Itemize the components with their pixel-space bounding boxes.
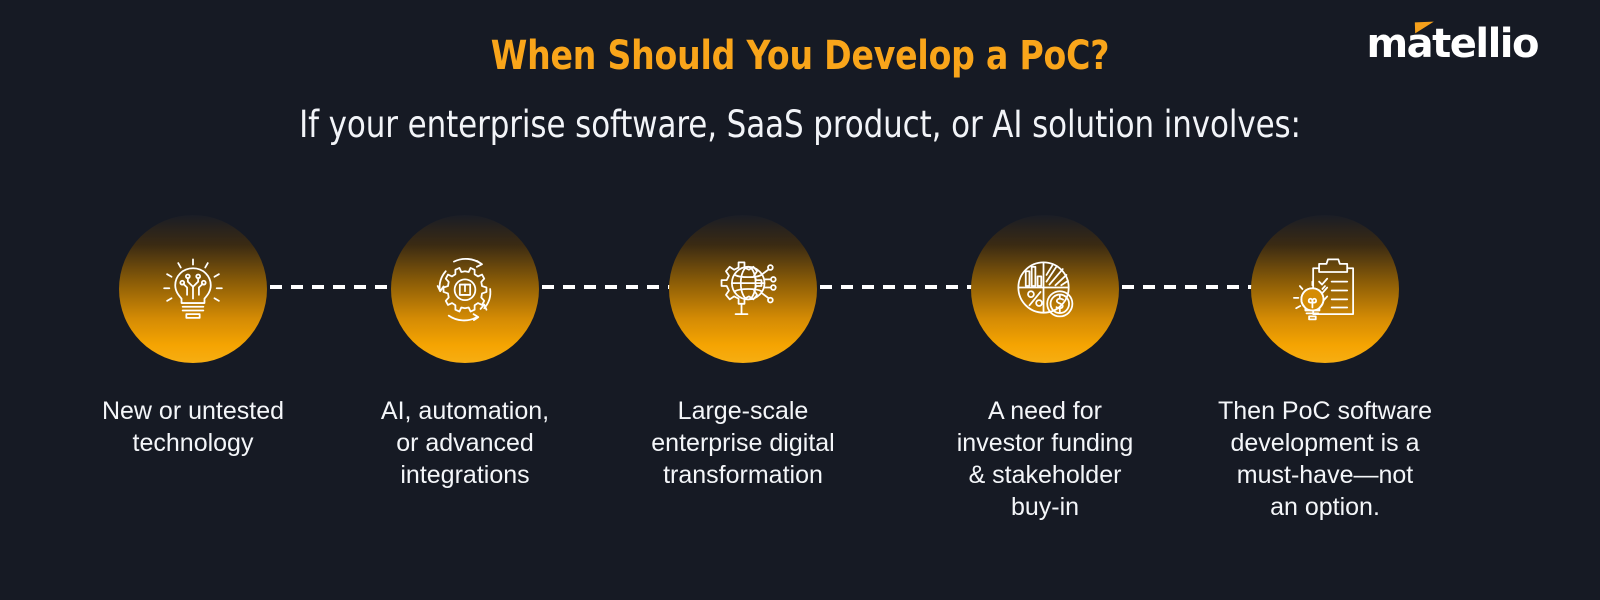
step-item-1[interactable]: New or untested technology: [53, 215, 333, 459]
step-caption-4: A need for investor funding & stakeholde…: [956, 397, 1134, 521]
infographic-canvas: matellio When Should You Develop a PoC? …: [0, 0, 1600, 600]
step-caption-2: AI, automation, or advanced integrations: [380, 397, 550, 489]
step-icon-bubble-2: [391, 215, 539, 363]
step-icon-bubble-4: [971, 215, 1119, 363]
step-caption-5: Then PoC software development is a must-…: [1218, 397, 1432, 521]
step-item-2[interactable]: AI, automation, or advanced integrations: [325, 215, 605, 491]
pie-chart-dollar-icon: [1017, 261, 1074, 318]
step-icon-bubble-1: [119, 215, 267, 363]
steps-row: New or untested technology AI, automatio…: [0, 215, 1600, 545]
step-caption-3: Large-scale enterprise digital transform…: [651, 397, 835, 489]
step-icon-bubble-5: [1251, 215, 1399, 363]
step-item-5[interactable]: Then PoC software development is a must-…: [1185, 215, 1465, 523]
page-subtitle: If your enterprise software, SaaS produc…: [299, 103, 1301, 146]
logo-triangle-accent-icon: [1415, 21, 1435, 34]
page-title: When Should You Develop a PoC?: [490, 33, 1110, 79]
step-caption-1: New or untested technology: [101, 397, 285, 457]
gear-globe-network-icon: [720, 261, 777, 316]
step-icon-bubble-3: [669, 215, 817, 363]
lightbulb-circuit-icon: [163, 258, 223, 319]
clipboard-checklist-lightbulb-icon: [1293, 258, 1355, 321]
step-item-3[interactable]: Large-scale enterprise digital transform…: [603, 215, 883, 491]
step-item-4[interactable]: A need for investor funding & stakeholde…: [905, 215, 1185, 523]
gear-automation-cycle-icon: [436, 257, 492, 322]
